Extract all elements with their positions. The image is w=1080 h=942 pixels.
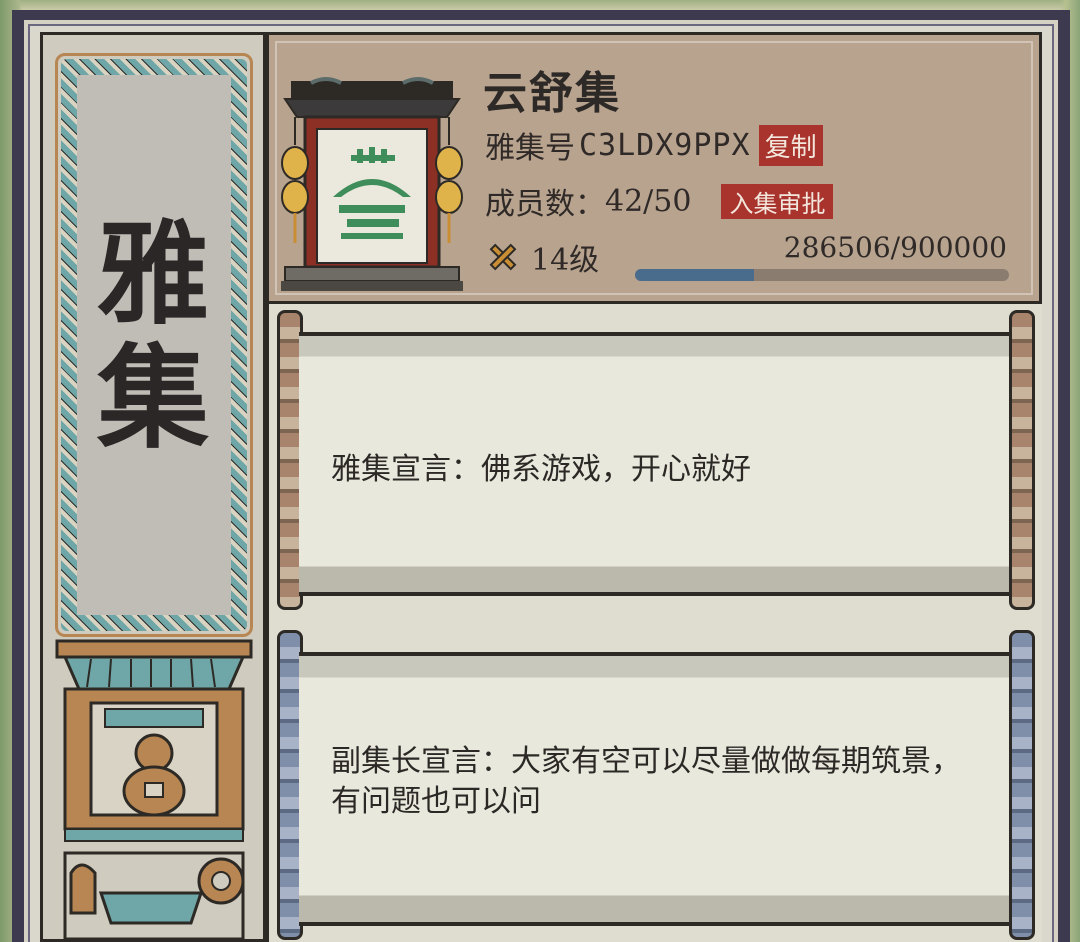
left-banner: 雅 集	[40, 32, 266, 942]
guild-header: 云舒集 雅集号 C3LDX9PPX 复制 成员数： 42/50 入集审批 14级…	[266, 32, 1042, 304]
guild-id-label: 雅集号	[485, 131, 575, 166]
vice-leader-declaration-text: 副集长宣言：大家有空可以尽量做做每期筑景，有问题也可以问	[331, 744, 961, 819]
guild-gate-emblem-icon	[281, 77, 463, 291]
banner-title-char-2: 集	[97, 333, 209, 464]
pavilion-decoration-icon	[55, 639, 253, 941]
guild-declaration-text: 雅集宣言：佛系游戏，开心就好	[331, 452, 751, 487]
copy-button[interactable]: 复制	[758, 124, 823, 166]
members-value: 42/50	[605, 183, 692, 219]
scroll-paper: 雅集宣言：佛系游戏，开心就好	[299, 332, 1013, 596]
guild-id-value: C3LDX9PPX	[579, 127, 751, 163]
banner-title-char-1: 雅	[97, 209, 209, 340]
scroll-paper: 副集长宣言：大家有空可以尽量做做每期筑景，有问题也可以问	[299, 652, 1013, 926]
declarations-area: 雅集宣言：佛系游戏，开心就好 副集长宣言：大家有空可以尽量做做每期筑景，有问题也…	[266, 304, 1042, 942]
scroll-roller-right	[1009, 310, 1035, 610]
experience-text: 286506/900000	[783, 231, 1007, 264]
experience-bar-fill	[635, 269, 754, 281]
level-row: 14级	[485, 235, 599, 279]
level-label: 14级	[531, 243, 600, 278]
guild-name: 云舒集	[483, 68, 621, 119]
join-approval-button[interactable]: 入集审批	[721, 183, 834, 219]
guild-id-row: 雅集号 C3LDX9PPX 复制	[485, 123, 823, 167]
vice-leader-declaration-scroll: 副集长宣言：大家有空可以尽量做做每期筑景，有问题也可以问	[277, 630, 1035, 940]
members-row: 成员数： 42/50 入集审批	[485, 179, 834, 223]
members-label: 成员数：	[485, 187, 605, 222]
experience-bar	[635, 269, 1009, 281]
crossed-sticks-icon	[489, 243, 517, 271]
scroll-roller-right	[1009, 630, 1035, 940]
guild-declaration-scroll: 雅集宣言：佛系游戏，开心就好	[277, 310, 1035, 610]
banner-title: 雅 集	[43, 213, 263, 461]
